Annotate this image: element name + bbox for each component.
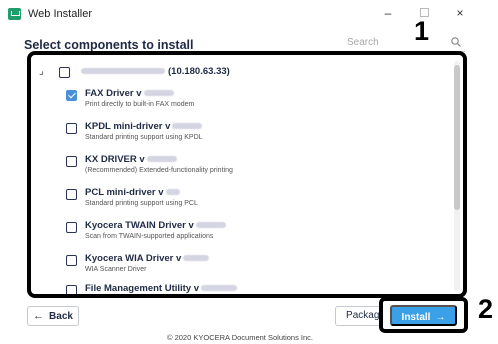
back-arrow-icon: ← (33, 310, 45, 322)
component-checkbox[interactable] (66, 90, 77, 101)
printer-group-row[interactable]: ⌟ (10.180.63.33) (31, 66, 453, 80)
component-name: Kyocera TWAIN Driver v (85, 220, 226, 231)
group-checkbox[interactable] (59, 67, 70, 78)
component-row[interactable]: File Management Utility v (31, 283, 453, 294)
component-name-text: FAX Driver v (85, 88, 142, 99)
component-name: KPDL mini-driver v (85, 121, 203, 132)
collapse-icon[interactable]: ⌟ (39, 66, 44, 77)
component-checkbox[interactable] (66, 255, 77, 266)
minimize-button[interactable]: – (376, 4, 400, 22)
component-list: ⌟ (10.180.63.33) FAX Driver v Print dire… (31, 55, 453, 294)
component-row[interactable]: FAX Driver v Print directly to built-in … (31, 88, 453, 112)
web-installer-window: Web Installer – × Select components to i… (0, 0, 480, 344)
scrollbar-thumb[interactable] (454, 65, 460, 210)
component-description: (Recommended) Extended-functionality pri… (85, 167, 233, 174)
component-checkbox[interactable] (66, 189, 77, 200)
install-arrow-icon: → (435, 312, 446, 323)
component-name: KX DRIVER v (85, 154, 177, 165)
printer-host-address: (10.180.63.33) (168, 66, 230, 77)
redacted-version (143, 90, 174, 97)
redacted-version (165, 189, 180, 196)
component-description: Print directly to built-in FAX modem (85, 101, 195, 108)
component-row[interactable]: KX DRIVER v (Recommended) Extended-funct… (31, 154, 453, 178)
component-description: Scan from TWAIN-supported applications (85, 233, 214, 240)
component-name: File Management Utility v (85, 283, 238, 294)
component-row[interactable]: PCL mini-driver v Standard printing supp… (31, 187, 453, 211)
redacted-version (146, 156, 177, 163)
component-name-text: Kyocera WIA Driver v (85, 253, 182, 264)
redacted-model-name (81, 68, 165, 75)
section-title: Select components to install (24, 38, 194, 52)
copyright-footer: © 2020 KYOCERA Document Solutions Inc. (166, 333, 313, 342)
printer-group-name: (10.180.63.33) (81, 66, 230, 77)
component-name: PCL mini-driver v (85, 187, 180, 198)
component-checkbox[interactable] (66, 222, 77, 233)
install-button[interactable]: Install → (390, 305, 457, 326)
component-name: Kyocera WIA Driver v (85, 253, 210, 264)
search-input[interactable]: Search (347, 37, 379, 48)
component-row[interactable]: Kyocera TWAIN Driver v Scan from TWAIN-s… (31, 220, 453, 244)
component-row[interactable]: KPDL mini-driver v Standard printing sup… (31, 121, 453, 145)
component-name-text: KPDL mini-driver v (85, 121, 171, 132)
callout-number-2: 2 (478, 294, 494, 324)
redacted-version (195, 222, 226, 229)
component-checkbox[interactable] (66, 285, 77, 294)
component-checkbox[interactable] (66, 156, 77, 167)
app-icon (8, 8, 21, 20)
component-name-text: Kyocera TWAIN Driver v (85, 220, 194, 231)
title-bar: Web Installer – × (0, 0, 480, 30)
component-description: Standard printing support using PCL (85, 200, 198, 207)
list-scrollbar[interactable] (454, 61, 460, 291)
component-description: Standard printing support using KPDL (85, 134, 203, 141)
component-row[interactable]: Kyocera WIA Driver v WIA Scanner Driver (31, 253, 453, 277)
component-name: FAX Driver v (85, 88, 174, 99)
back-button[interactable]: ← Back (27, 306, 79, 326)
redacted-version (183, 255, 210, 262)
callout-number-1: 1 (414, 16, 430, 46)
install-label: Install (401, 312, 431, 323)
redacted-version (201, 285, 238, 292)
component-list-panel: ⌟ (10.180.63.33) FAX Driver v Print dire… (27, 51, 467, 298)
component-name-text: PCL mini-driver v (85, 187, 164, 198)
close-button[interactable]: × (448, 4, 472, 22)
component-name-text: KX DRIVER v (85, 154, 145, 165)
redacted-version (172, 123, 203, 130)
search-icon[interactable] (450, 36, 462, 48)
component-name-text: File Management Utility v (85, 283, 200, 294)
component-description: WIA Scanner Driver (85, 266, 147, 273)
component-checkbox[interactable] (66, 123, 77, 134)
window-title: Web Installer (28, 8, 92, 20)
back-label: Back (49, 311, 73, 322)
